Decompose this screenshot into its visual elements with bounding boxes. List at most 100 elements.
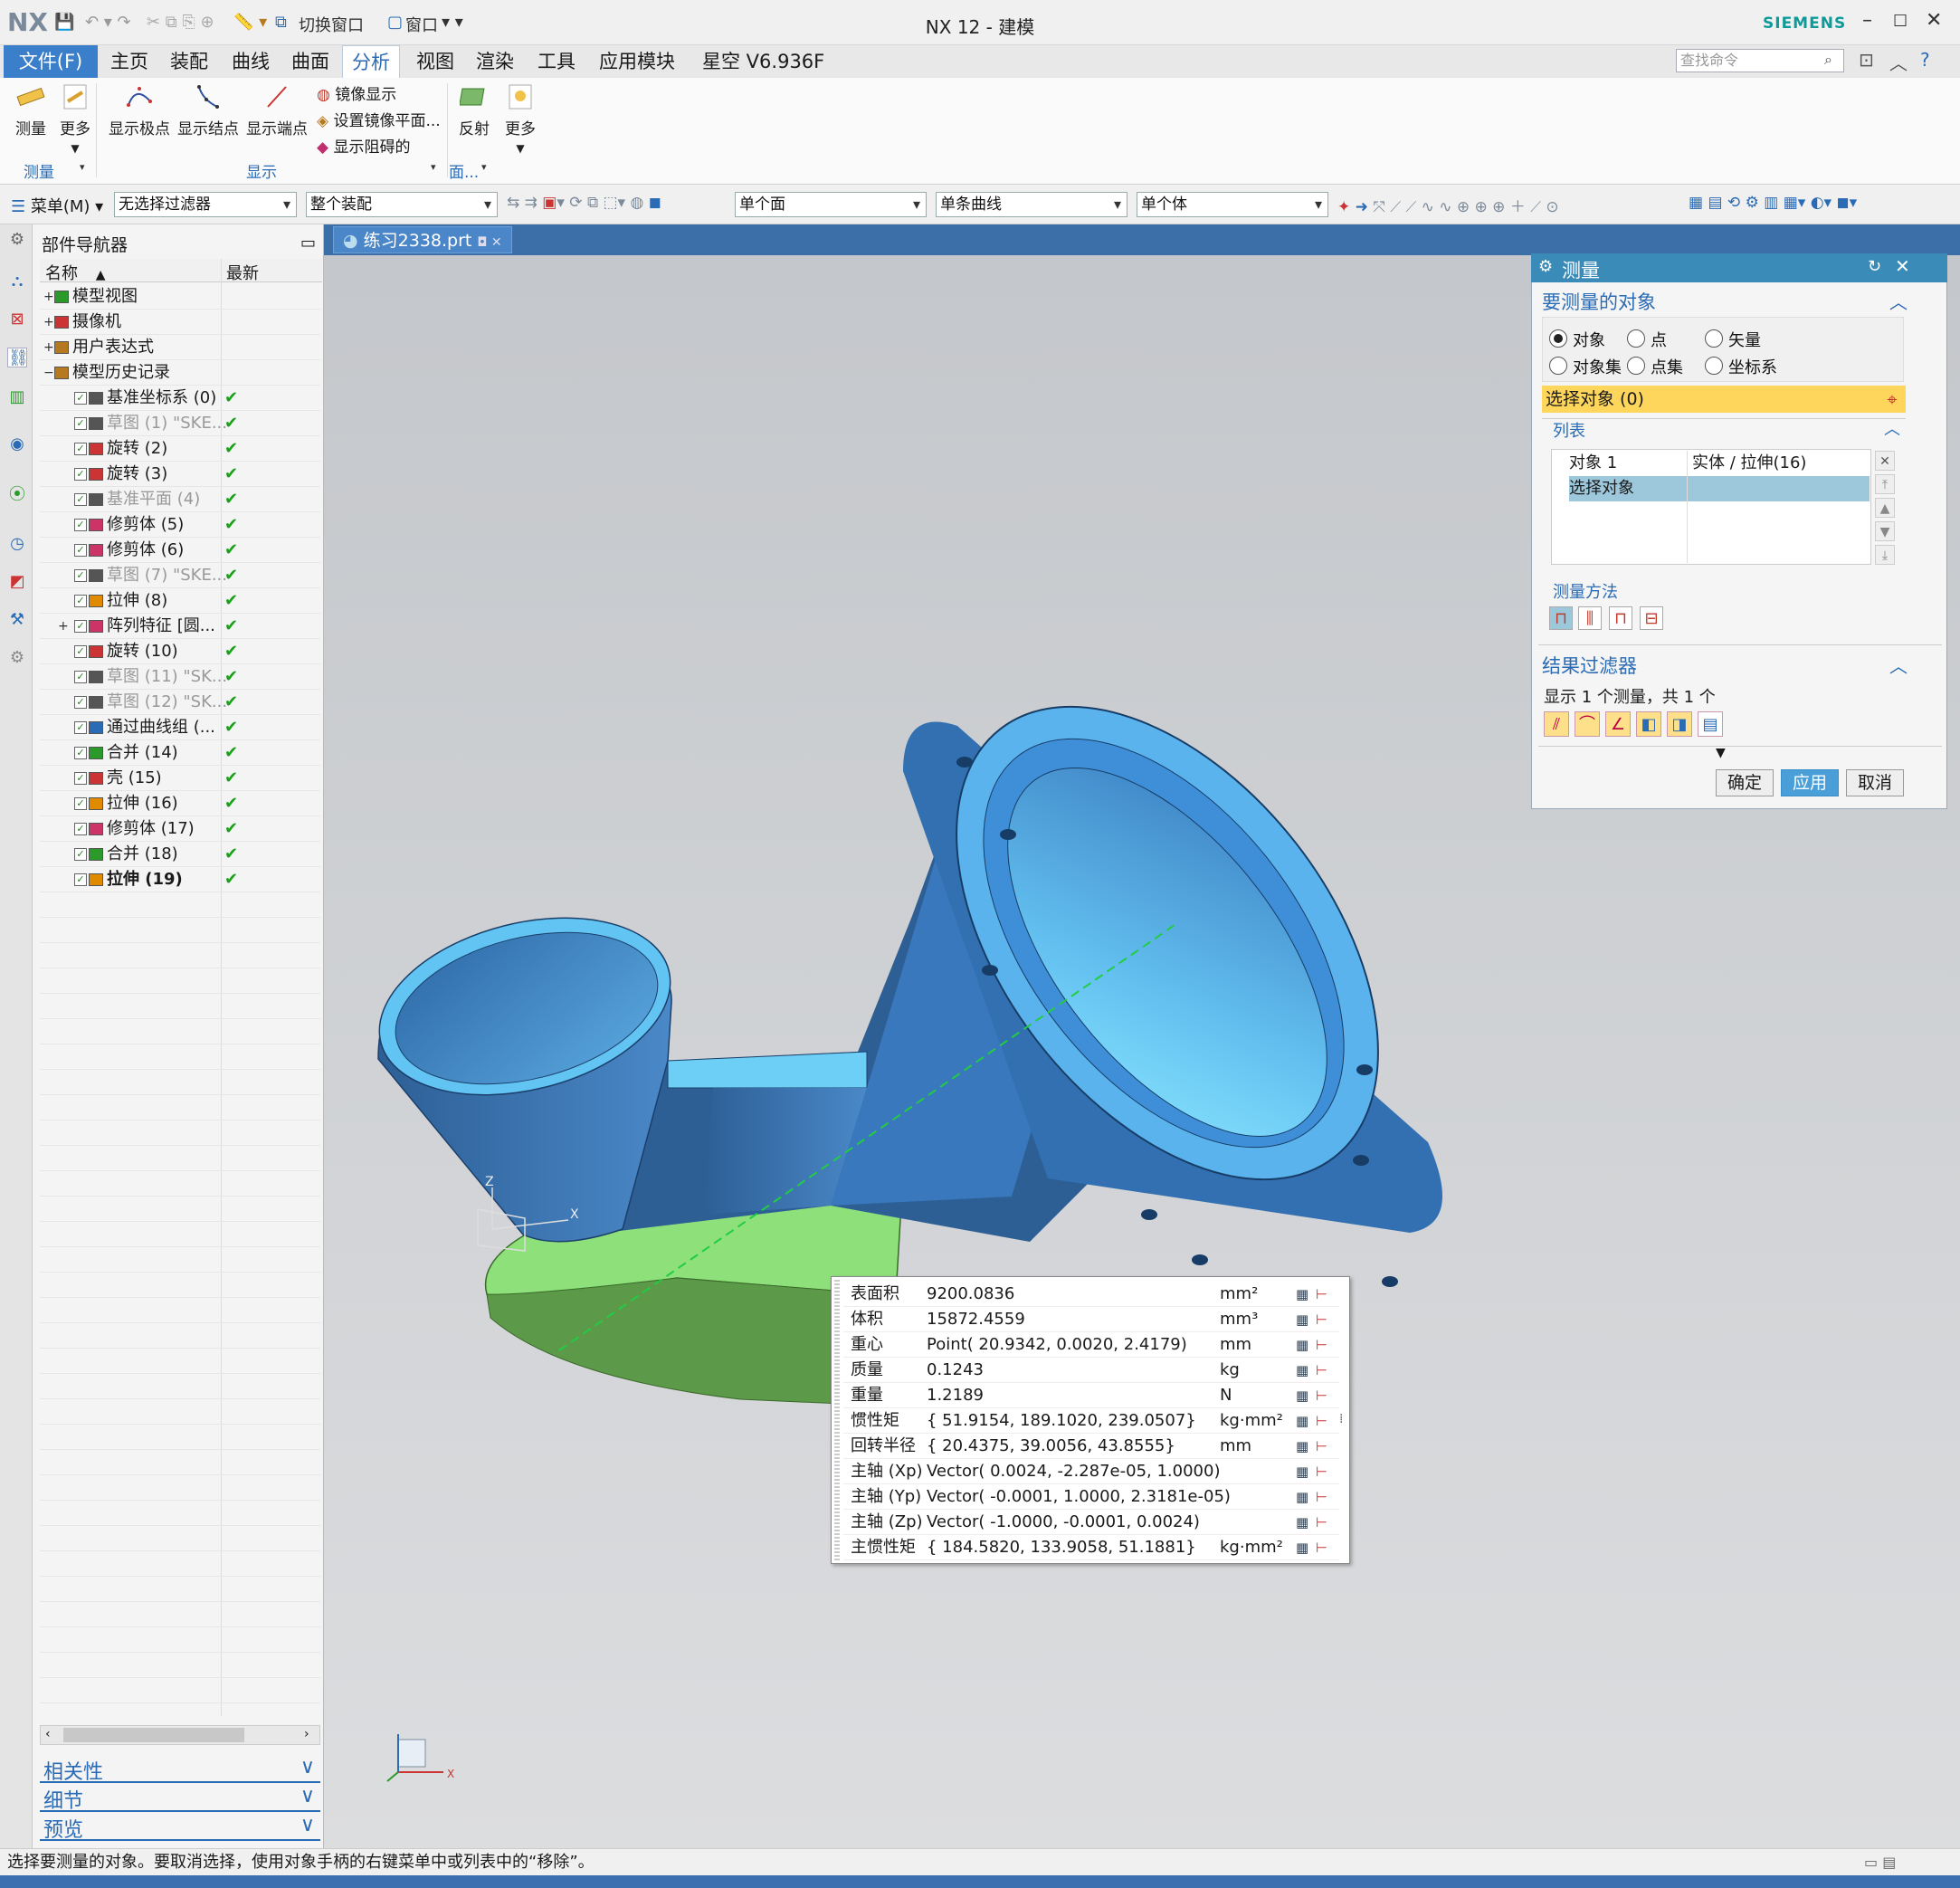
visibility-checkbox[interactable]: ✓ (74, 595, 87, 607)
result-row[interactable]: 表面积 9200.0836 mm² ▦ ⊢ (843, 1282, 1339, 1307)
tree-row[interactable]: ✓ 旋转 (10) ✔ (40, 639, 320, 664)
undo-icon[interactable]: ↶ ▾ ↷ (85, 13, 131, 32)
copy-to-table-icon[interactable]: ▦ (1296, 1408, 1308, 1434)
result-row[interactable]: 主轴 (Xp) Vector( 0.0024, -2.287e-05, 1.000… (843, 1459, 1339, 1484)
object-type-radio[interactable]: 对象 (1549, 328, 1605, 351)
menu-tab-3[interactable]: 曲线 (223, 45, 279, 78)
filter-distance-icon[interactable]: ⫽ (1544, 711, 1569, 737)
create-expression-icon[interactable]: ⊢ (1316, 1307, 1327, 1332)
search-icon[interactable]: ⌕ (1824, 51, 1832, 69)
tree-row[interactable]: ✓ 草图 (11) "SK... ✔ (40, 664, 320, 690)
visibility-checkbox[interactable]: ✓ (74, 544, 87, 557)
result-row[interactable]: 质量 0.1243 kg ▦ ⊢ (843, 1358, 1339, 1383)
palette-icon[interactable]: ◩ (7, 572, 27, 592)
filter-area-icon[interactable]: ◧ (1636, 711, 1661, 737)
select-object-field[interactable]: 选择对象 (0) (1542, 386, 1906, 413)
visibility-checkbox[interactable]: ✓ (74, 645, 87, 658)
visibility-checkbox[interactable]: ✓ (74, 620, 87, 633)
tree-row[interactable]: ✓ 合并 (18) ✔ (40, 842, 320, 867)
role-icon[interactable]: ⚒ (7, 610, 27, 630)
move-down-icon[interactable]: ▼ (1875, 521, 1895, 541)
close-icon[interactable]: ✕ (1926, 9, 1942, 32)
collapse-list-icon[interactable]: ︿ (1884, 416, 1900, 440)
tree-row[interactable]: ✓ 合并 (14) ✔ (40, 740, 320, 766)
tree-row[interactable]: ✓ 拉伸 (8) ✔ (40, 588, 320, 614)
visibility-checkbox[interactable]: ✓ (74, 848, 87, 861)
list-row-select[interactable]: 选择对象 (1569, 476, 1634, 501)
view-tools-icons[interactable]: ▦ ▤ ⟲ ⚙ ▥ ▦▾ ◐▾ ◼▾ (1689, 194, 1857, 212)
nx-logo[interactable]: NX (7, 7, 48, 37)
maximize-panel-icon[interactable]: ▭ (300, 234, 316, 253)
collapse-section-icon[interactable]: ︿ (1889, 288, 1908, 314)
reset-icon[interactable]: ↻ (1868, 257, 1881, 276)
visibility-checkbox[interactable]: ✓ (74, 443, 87, 455)
visibility-checkbox[interactable]: ✓ (74, 873, 87, 886)
object-type-radio[interactable]: 坐标系 (1705, 355, 1777, 378)
column-name-header[interactable]: 名称 ▲ (45, 261, 106, 284)
list-section-header[interactable]: 列表 (1553, 418, 1585, 442)
tree-row[interactable]: ✓ 旋转 (2) ✔ (40, 436, 320, 462)
assembly-navigator-icon[interactable]: ⛬ (7, 272, 27, 291)
face-rule-dropdown[interactable]: 单个面 (735, 192, 927, 217)
move-up-icon[interactable]: ▲ (1875, 498, 1895, 518)
copy-to-table-icon[interactable]: ▦ (1296, 1510, 1308, 1535)
create-expression-icon[interactable]: ⊢ (1316, 1510, 1327, 1535)
create-expression-icon[interactable]: ⊢ (1316, 1332, 1327, 1358)
minimize-icon[interactable]: – (1862, 9, 1872, 32)
visibility-checkbox[interactable]: ✓ (74, 823, 87, 835)
tree-row[interactable]: + 模型视图 (40, 284, 320, 310)
menu-tab-6[interactable]: 视图 (407, 45, 463, 78)
apply-button[interactable]: 应用 (1781, 769, 1839, 796)
body-rule-dropdown[interactable]: 单个体 (1137, 192, 1328, 217)
document-tab[interactable]: ◕ 练习2338.prt ◘ ✕ (333, 226, 512, 253)
menu-button[interactable]: ☰ 菜单(M) ▾ (11, 194, 103, 217)
history-icon[interactable]: ⦿ (7, 485, 27, 505)
tree-row[interactable]: ✓ 修剪体 (17) ✔ (40, 816, 320, 842)
result-row[interactable]: 重心 Point( 20.9342, 0.0020, 2.4179) mm ▦ ⊢ (843, 1332, 1339, 1358)
clock-icon[interactable]: ◷ (7, 534, 27, 554)
show-knots-button[interactable]: 显示结点 (176, 83, 241, 138)
measure-button[interactable]: 测量 (13, 83, 49, 138)
curve-rule-dropdown[interactable]: 单条曲线 (936, 192, 1127, 217)
accordion-section[interactable]: 细节 ∨ (40, 1785, 320, 1813)
result-row[interactable]: 主惯性矩 { 184.5820, 133.9058, 51.1881} kg·mm²… (843, 1535, 1339, 1560)
set-mirror-plane-button[interactable]: ◈ 设置镜像平面... (317, 108, 441, 130)
method-projection-icon[interactable]: ⊟ (1640, 606, 1663, 630)
settings-gear-icon[interactable]: ⚙ (7, 230, 27, 250)
menu-tab-10[interactable]: 星空 V6.936F (693, 45, 833, 78)
results-drag-handle[interactable] (834, 1280, 840, 1560)
visibility-checkbox[interactable]: ✓ (74, 392, 87, 405)
switch-window-button[interactable]: 切换窗口 (299, 13, 364, 36)
method-length-icon[interactable]: ⊓ (1609, 606, 1632, 630)
tree-row[interactable]: ✓ 草图 (1) "SKE... ✔ (40, 411, 320, 436)
more-measure-button[interactable]: 更多 ▼ (56, 83, 94, 157)
window-menu[interactable]: 窗口 (405, 13, 438, 36)
result-filter-header[interactable]: 结果过滤器 (1542, 652, 1637, 679)
create-expression-icon[interactable]: ⊢ (1316, 1484, 1327, 1510)
cancel-button[interactable]: 取消 (1846, 769, 1904, 796)
scroll-right-icon[interactable]: › (304, 1727, 309, 1741)
tree-row[interactable]: + ✓ 阵列特征 [圆... ✔ (40, 614, 320, 639)
expand-icon[interactable]: + (58, 614, 69, 639)
menu-tab-8[interactable]: 工具 (528, 45, 585, 78)
create-expression-icon[interactable]: ⊢ (1316, 1282, 1327, 1307)
copy-to-table-icon[interactable]: ▦ (1296, 1459, 1308, 1484)
create-expression-icon[interactable]: ⊢ (1316, 1434, 1327, 1459)
tree-row[interactable]: − 模型历史记录 (40, 360, 320, 386)
filter-volume-icon[interactable]: ◨ (1667, 711, 1692, 737)
tree-row[interactable]: ✓ 修剪体 (5) ✔ (40, 512, 320, 538)
copy-to-table-icon[interactable]: ▦ (1296, 1535, 1308, 1560)
group-expand-icon[interactable]: ▾ (431, 161, 436, 173)
selection-filter-dropdown[interactable]: 无选择过滤器 (114, 192, 297, 217)
copy-to-table-icon[interactable]: ▦ (1296, 1383, 1308, 1408)
visibility-checkbox[interactable]: ✓ (74, 519, 87, 531)
tree-row[interactable]: ✓ 草图 (7) "SKE... ✔ (40, 563, 320, 588)
expand-icon[interactable]: + (43, 310, 54, 335)
result-row[interactable]: 重量 1.2189 N ▦ ⊢ (843, 1383, 1339, 1408)
menu-tab-9[interactable]: 应用模块 (590, 45, 684, 78)
switch-window-icon[interactable]: ⧉ (275, 13, 287, 32)
tree-row[interactable]: ✓ 基准坐标系 (0) ✔ (40, 386, 320, 411)
group-expand-icon[interactable]: ▾ (80, 161, 85, 173)
more-display-button[interactable]: 更多 ▼ (501, 83, 539, 157)
tree-row[interactable]: ✓ 修剪体 (6) ✔ (40, 538, 320, 563)
